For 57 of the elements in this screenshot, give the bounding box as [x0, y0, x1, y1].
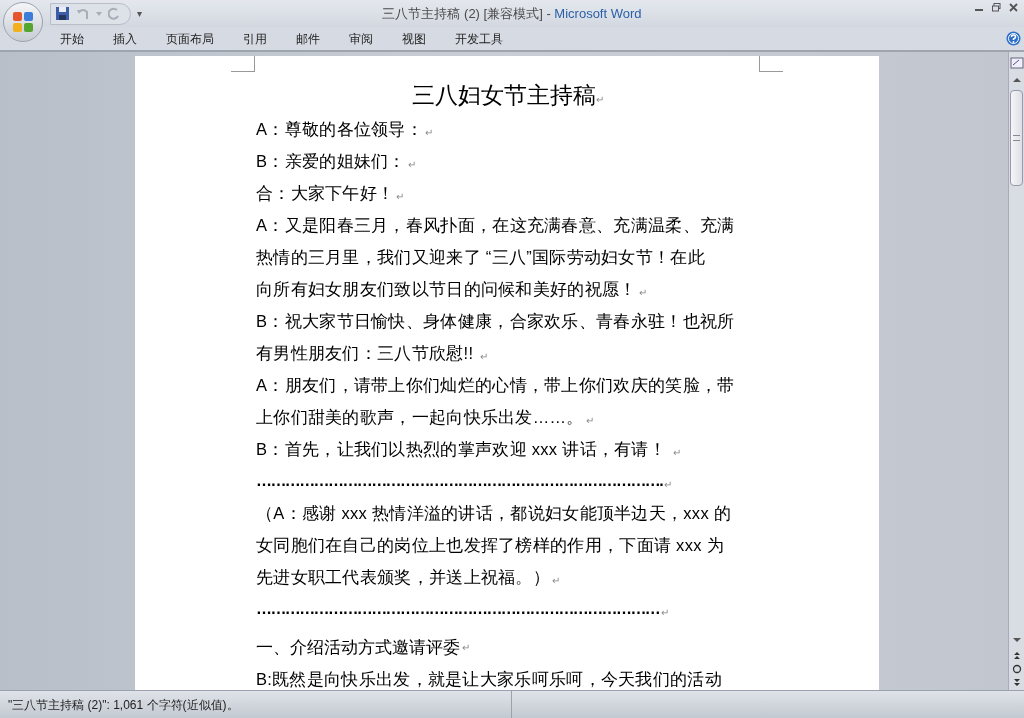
paragraph-line: B：首先，让我们以热烈的掌声欢迎 xxx 讲话，有请！ — [256, 439, 668, 460]
ribbon-tab[interactable]: 开始 — [46, 27, 98, 50]
paragraph-mark: ↵ — [480, 349, 489, 364]
paragraph-line: 上你们甜美的歌声，一起向快乐出发……。 — [256, 407, 584, 428]
paragraph-line: B：祝大家节日愉快、身体健康，合家欢乐、青春永驻！也祝所 — [256, 311, 735, 332]
ribbon-tab[interactable]: 邮件 — [282, 27, 334, 50]
paragraph-line: B：亲爱的姐妹们： — [256, 151, 406, 172]
ribbon-tab[interactable]: 视图 — [388, 27, 440, 50]
paragraph-mark: ↵ — [462, 640, 470, 655]
scroll-up-icon[interactable] — [1011, 76, 1022, 84]
paragraph-line: A：朋友们，请带上你们灿烂的心情，带上你们欢庆的笑脸，带 — [256, 375, 735, 396]
application-title: Microsoft Word — [554, 5, 642, 23]
paragraph-line: 女同胞们在自己的岗位上也发挥了榜样的作用，下面请 xxx 为 — [256, 535, 724, 556]
paragraph-mark: ↵ — [664, 477, 673, 492]
paragraph-mark: ↵ — [672, 445, 681, 460]
paragraph-line: 先进女职工代表颁奖，并送上祝福。） — [256, 567, 551, 588]
ribbon-tab[interactable]: 审阅 — [335, 27, 387, 50]
paragraph-line: 合：大家下午好！ — [256, 183, 395, 204]
customize-toolbar-icon[interactable]: ▾ — [137, 6, 142, 21]
section-heading: 一、介绍活动方式邀请评委 — [256, 637, 460, 658]
restore-icon[interactable] — [992, 3, 1001, 12]
title-separator: - — [545, 5, 552, 23]
ribbon-tab[interactable]: 页面布局 — [152, 27, 228, 50]
scroll-down-icon[interactable] — [1011, 636, 1022, 644]
paragraph-mark: ↵ — [425, 125, 433, 140]
paragraph-line: 有男性朋友们：三八节欣慰!! — [256, 343, 475, 364]
crop-mark — [231, 56, 255, 72]
office-logo-icon — [12, 11, 34, 33]
paragraph-mark: ↵ — [396, 189, 405, 204]
word-count[interactable]: "三八节主持稿 (2)": 1,061 个字符(近似值)。 — [8, 695, 239, 714]
paragraph-line: （A：感谢 xxx 热情洋溢的讲话，都说妇女能顶半边天，xxx 的 — [256, 503, 732, 524]
paragraph-line: 向所有妇女朋友们致以节日的问候和美好的祝愿！ — [256, 279, 637, 300]
dotted-line: …………………………………………………………………………. — [256, 471, 663, 491]
browse-object-icon[interactable] — [1011, 664, 1022, 674]
crop-mark — [759, 56, 783, 72]
paragraph-line: A：又是阳春三月，春风扑面，在这充满春意、充满温柔、充满 — [256, 215, 735, 236]
paragraph-mark: ↵ — [596, 94, 604, 105]
paragraph-line: B:既然是向快乐出发，就是让大家乐呵乐呵，今天我们的活动 — [256, 669, 722, 690]
paragraph-mark: ↵ — [407, 157, 416, 172]
document-title-heading: 三八妇女节主持稿 — [412, 81, 596, 110]
paragraph-mark: ↵ — [661, 605, 670, 620]
scroll-thumb[interactable] — [1010, 90, 1023, 186]
office-button[interactable] — [3, 2, 43, 42]
ribbon-tab[interactable]: 插入 — [99, 27, 151, 50]
ribbon-tab[interactable]: 开发工具 — [441, 27, 517, 50]
ribbon-tab[interactable]: 引用 — [229, 27, 281, 50]
close-icon[interactable] — [1009, 3, 1018, 12]
dotted-line: ………………………………………………………………………… — [256, 599, 660, 619]
paragraph-mark: ↵ — [638, 285, 647, 300]
document-title: 三八节主持稿 (2) [兼容模式] — [382, 5, 543, 23]
paragraph-line: A：尊敬的各位领导： — [256, 119, 423, 140]
help-icon[interactable] — [1006, 31, 1021, 46]
paragraph-mark: ↵ — [552, 573, 561, 588]
save-icon[interactable] — [55, 6, 70, 21]
paragraph-line: 热情的三月里，我们又迎来了 “三八”国际劳动妇女节！在此 — [256, 247, 705, 268]
ruler-toggle-icon[interactable] — [1009, 56, 1024, 70]
paragraph-mark: ↵ — [585, 413, 594, 428]
